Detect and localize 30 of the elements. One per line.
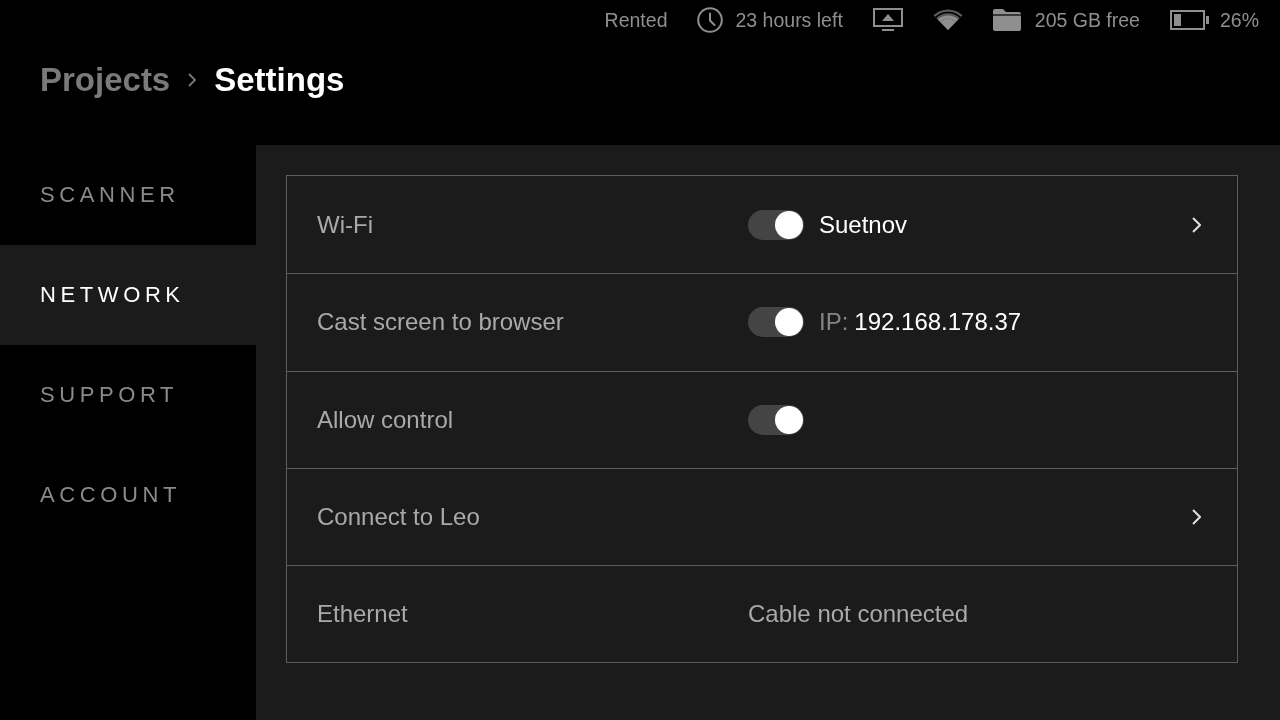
setting-value: Suetnov [819, 210, 908, 239]
chevron-icon [188, 73, 197, 87]
setting-label: Connect to Leo [317, 503, 480, 532]
folder-icon [992, 9, 1021, 31]
sidebar-tab[interactable]: SUPPORT [0, 345, 256, 445]
sidebar-tab[interactable]: SCANNER [0, 145, 256, 245]
toggle-switch[interactable] [748, 307, 804, 338]
battery-percent: 26% [1219, 8, 1259, 32]
screen-cast-icon[interactable] [872, 8, 903, 32]
setting-value: Cable not connected [748, 600, 969, 629]
chevron-icon[interactable] [1192, 216, 1201, 233]
setting-label: Allow control [317, 405, 454, 434]
rental-status: Rented [604, 8, 668, 32]
clock-icon [697, 7, 724, 33]
time-left-text: 23 hours left [735, 8, 843, 32]
sidebar-tab[interactable]: ACCOUNT [0, 445, 256, 545]
wifi-icon[interactable] [932, 9, 963, 31]
setting-label: Ethernet [317, 600, 408, 629]
setting-label: Cast screen to browser [317, 308, 564, 337]
toggle-switch[interactable] [748, 209, 804, 240]
value-label: IP: [819, 308, 849, 337]
setting-value: 192.168.178.37 [854, 308, 1022, 337]
chevron-icon[interactable] [1192, 509, 1201, 526]
battery-icon [1169, 10, 1209, 30]
page-title: Settings [214, 61, 345, 99]
setting-label: Wi-Fi [317, 210, 373, 239]
breadcrumb-link[interactable]: Projects [40, 61, 171, 99]
sidebar-tab[interactable]: NETWORK [0, 245, 256, 345]
toggle-switch[interactable] [748, 404, 804, 435]
storage-free-text: 205 GB free [1034, 8, 1140, 32]
